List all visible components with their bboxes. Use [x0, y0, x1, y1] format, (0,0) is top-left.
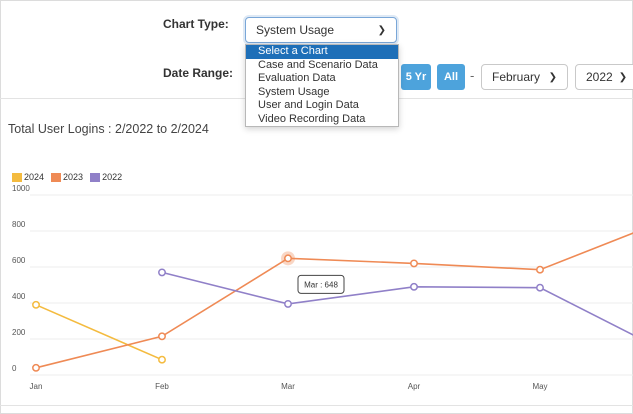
range-5yr-button[interactable]: 5 Yr	[401, 64, 431, 90]
chart-type-value: System Usage	[256, 23, 335, 37]
legend-item-2024[interactable]: 2024	[12, 172, 44, 182]
month-select[interactable]: February ❯	[481, 64, 568, 90]
legend-swatch	[51, 172, 62, 182]
date-range-label: Date Range:	[163, 66, 234, 80]
chart-legend: 2024 2023 2022	[12, 172, 125, 182]
year-value: 2022	[586, 70, 613, 84]
legend-label: 2022	[102, 172, 123, 182]
dropdown-option[interactable]: System Usage	[246, 86, 398, 100]
range-separator: -	[470, 68, 475, 83]
dropdown-option[interactable]: Case and Scenario Data	[246, 59, 398, 73]
dropdown-option[interactable]: User and Login Data	[246, 99, 398, 113]
dropdown-option[interactable]: Select a Chart	[246, 45, 398, 59]
chevron-down-icon: ❯	[618, 71, 628, 83]
chart-type-label: Chart Type:	[163, 17, 229, 31]
legend-swatch	[90, 172, 101, 182]
range-all-button[interactable]: All	[437, 64, 465, 90]
legend-item-2023[interactable]: 2023	[51, 172, 83, 182]
legend-item-2022[interactable]: 2022	[90, 172, 122, 182]
legend-swatch	[12, 172, 22, 182]
chart-title: Total User Logins : 2/2022 to 2/2024	[8, 122, 209, 136]
year-select[interactable]: 2022 ❯	[575, 64, 633, 90]
month-value: February	[492, 70, 541, 84]
legend-label: 2023	[63, 172, 84, 182]
chevron-down-icon: ❯	[377, 24, 386, 36]
chart-type-dropdown[interactable]: Select a Chart Case and Scenario Data Ev…	[245, 44, 399, 127]
chevron-down-icon: ❯	[548, 71, 557, 83]
dropdown-option[interactable]: Evaluation Data	[246, 72, 398, 86]
divider	[0, 405, 633, 406]
chart-type-select[interactable]: System Usage ❯	[245, 17, 397, 43]
legend-label: 2024	[24, 172, 45, 182]
dropdown-option[interactable]: Video Recording Data	[246, 113, 398, 127]
